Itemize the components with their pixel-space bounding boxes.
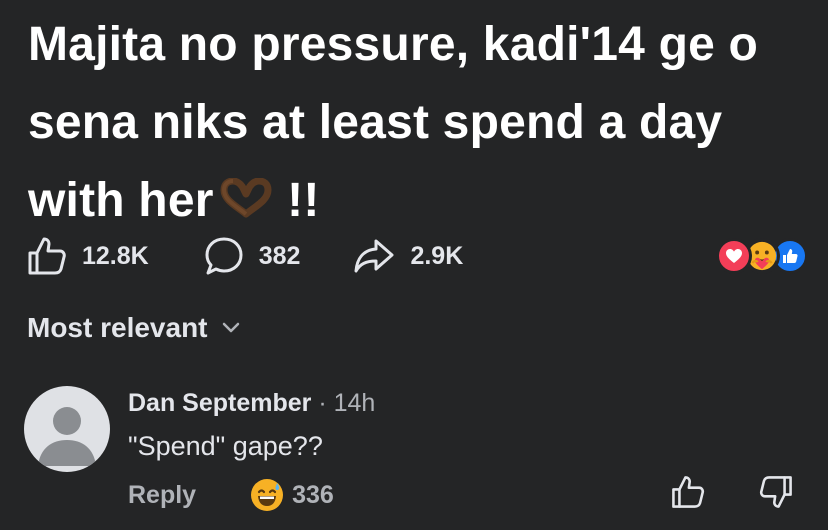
comment-body: Dan September · 14h "Spend" gape?? [128, 386, 375, 464]
heart-hands-emoji [220, 178, 272, 218]
like-button[interactable]: 12.8K [26, 235, 149, 277]
comment-count: 382 [258, 241, 301, 270]
love-reaction-icon [716, 238, 752, 274]
share-button[interactable]: 2.9K [352, 235, 463, 277]
downvote-button[interactable] [758, 474, 794, 515]
comment-icon [205, 237, 243, 275]
comment-votes [670, 474, 794, 515]
post-text-suffix: !! [287, 174, 320, 227]
comment-footer: Reply 336 [128, 478, 334, 512]
sort-label: Most relevant [27, 312, 208, 343]
share-icon [354, 239, 394, 273]
comment-separator: · [318, 389, 327, 417]
like-count: 12.8K [82, 241, 149, 270]
post-text-body: Majita no pressure, kadi'14 ge o sena ni… [28, 18, 759, 227]
reply-button[interactable]: Reply [128, 481, 196, 510]
comment-author[interactable]: Dan September [128, 389, 311, 417]
comment-text: "Spend" gape?? [128, 431, 323, 461]
comment-header: Dan September · 14h [128, 386, 375, 420]
avatar[interactable] [24, 386, 110, 472]
grinning-sweat-emoji [251, 479, 284, 511]
thumbs-up-icon [28, 237, 66, 275]
comment-button[interactable]: 382 [203, 235, 301, 277]
post-text: Majita no pressure, kadi'14 ge o sena ni… [28, 6, 818, 240]
upvote-button[interactable] [670, 474, 706, 515]
thumbs-up-icon [672, 476, 705, 508]
comment-sort-dropdown[interactable]: Most relevant [27, 312, 240, 344]
comment-time[interactable]: 14h [334, 389, 376, 417]
thumbs-down-icon [759, 476, 792, 508]
share-count: 2.9K [410, 241, 464, 270]
reaction-summary[interactable] [716, 238, 808, 274]
post-actions: 12.8K 382 2.9K [26, 230, 808, 282]
default-avatar-icon [38, 407, 96, 466]
comment-reaction-count: 336 [292, 480, 334, 509]
comment-reaction-summary[interactable]: 336 [250, 478, 334, 512]
chevron-down-icon [222, 322, 239, 333]
